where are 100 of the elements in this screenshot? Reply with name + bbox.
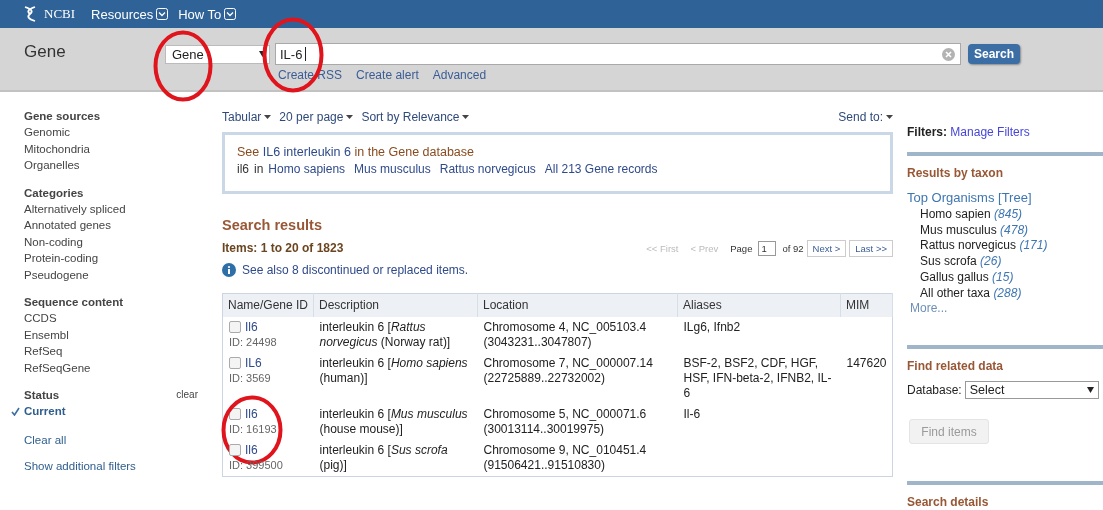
suggestion-link[interactable]: IL6 interleukin 6 <box>262 145 351 159</box>
filter-group-title: Sequence content <box>24 295 124 310</box>
suggestion-text: in the Gene database <box>354 145 475 159</box>
search-button[interactable]: Search <box>967 44 1020 64</box>
filter-item[interactable]: Genomic <box>24 124 198 141</box>
see-also-link[interactable]: See also 8 discontinued or replaced items. <box>242 263 469 277</box>
page-total: of 92 <box>782 242 804 254</box>
search-link[interactable]: Advanced <box>432 68 487 82</box>
display-menu[interactable]: Tabular <box>222 109 272 125</box>
database-select[interactable]: Gene <box>165 44 270 64</box>
filter-item[interactable]: RefSeqGene <box>24 359 198 376</box>
clear-link[interactable]: clear <box>176 387 198 403</box>
column-header[interactable]: Name/Gene ID <box>222 293 314 317</box>
check-icon <box>11 407 20 416</box>
column-header[interactable]: MIM <box>840 293 893 317</box>
mim-number: 147620 <box>846 355 887 370</box>
filter-link[interactable]: Clear all <box>24 433 198 446</box>
caret-icon <box>264 115 272 119</box>
dropdown-icon <box>156 8 169 20</box>
gene-description: interleukin 6 [Mus musculus (house mouse)] <box>319 406 468 436</box>
gene-description: interleukin 6 [Sus scrofa (pig)] <box>319 442 448 472</box>
filter-item[interactable]: Mitochondria <box>24 140 198 157</box>
taxon-link[interactable]: Homo sapien (845) <box>920 207 1103 223</box>
filter-item[interactable]: Alternatively spliced <box>24 200 198 217</box>
taxon-link[interactable]: All other taxa (288) <box>920 285 1103 302</box>
gene-link[interactable]: Il6 <box>245 319 258 335</box>
search-link[interactable]: Create alert <box>356 68 419 82</box>
gene-link[interactable]: Il6 <box>245 442 258 458</box>
organism-link[interactable]: Rattus norvegicus <box>439 162 536 176</box>
filters-label: Filters: <box>907 125 947 139</box>
caret-icon <box>346 115 354 119</box>
database-select[interactable]: Select <box>964 381 1099 400</box>
top-organisms-link[interactable]: Top Organisms <box>907 190 995 205</box>
section-title: Find related data <box>907 359 1005 374</box>
filter-item[interactable]: Current <box>24 403 198 420</box>
organism-link[interactable]: Mus musculus <box>354 162 431 176</box>
gene-id: ID: 16193 <box>229 421 278 437</box>
gene-aliases: ILg6, Ifnb2 <box>683 319 741 334</box>
taxon-link[interactable]: Gallus gallus (15) <box>920 269 1103 286</box>
organism-link[interactable]: Homo sapiens <box>268 162 346 176</box>
filter-item[interactable]: Pseudogene <box>24 266 198 283</box>
organism-link[interactable]: All 213 Gene records <box>544 162 658 176</box>
filter-group-title: Categories <box>24 185 84 201</box>
row-checkbox[interactable] <box>229 321 241 333</box>
gene-location: Chromosome 5, NC_000071.6 (30013114..30019975) <box>483 406 647 436</box>
logo-text[interactable]: NCBI <box>44 6 76 22</box>
section-title: Search details <box>907 495 990 510</box>
gene-id: ID: 3569 <box>229 370 272 386</box>
tree-link[interactable]: [Tree] <box>998 190 1032 205</box>
filter-item[interactable]: Annotated genes <box>24 217 198 234</box>
search-field[interactable]: IL-6 <box>275 43 961 65</box>
filter-link[interactable]: Show additional filters <box>24 459 198 472</box>
info-icon <box>222 263 236 277</box>
dropdown-icon <box>224 8 237 20</box>
caret-icon <box>462 115 470 119</box>
filter-item[interactable]: Non-coding <box>24 233 198 250</box>
last-page-button[interactable]: Last >> <box>849 239 893 257</box>
filter-item[interactable]: Protein-coding <box>24 250 198 267</box>
gene-aliases: BSF-2, BSF2, CDF, HGF, HSF, IFN-beta-2, IFNB2, IL-6 <box>683 355 832 400</box>
gene-description: interleukin 6 [Homo sapiens (human)] <box>319 355 468 385</box>
send-to-menu[interactable]: Send to: <box>838 109 893 125</box>
column-header[interactable]: Aliases <box>677 293 841 317</box>
column-header[interactable]: Description <box>313 293 478 317</box>
taxon-link[interactable]: Sus scrofa (26) <box>920 254 1103 270</box>
column-header[interactable]: Location <box>477 293 678 317</box>
gene-link[interactable]: IL6 <box>245 355 262 371</box>
gene-location: Chromosome 4, NC_005103.4 (3043231..3047807) <box>483 319 647 349</box>
row-checkbox[interactable] <box>229 357 241 369</box>
suggestion-text: See <box>237 145 260 159</box>
filter-item[interactable]: RefSeq <box>24 343 198 360</box>
clear-icon[interactable] <box>941 47 955 61</box>
page-label: Page <box>730 242 753 254</box>
page-field[interactable]: 1 <box>758 240 777 256</box>
database-title: Gene <box>24 42 67 63</box>
filter-group-title: Gene sources <box>24 109 101 124</box>
gene-aliases: Il-6 <box>683 406 701 421</box>
items-count: Items: 1 to 20 of 1823 <box>222 241 344 255</box>
caret-icon <box>259 51 266 57</box>
caret-icon <box>886 115 893 119</box>
database-label: Database: <box>907 383 962 398</box>
row-checkbox[interactable] <box>229 444 241 456</box>
next-page-button[interactable]: Next > <box>806 239 847 257</box>
filter-item[interactable]: CCDS <box>24 310 198 327</box>
gene-location: Chromosome 9, NC_010451.4 (91506421..91510830) <box>483 442 647 472</box>
manage-filters-link[interactable]: Manage Filters <box>950 125 1030 139</box>
gene-link[interactable]: Il6 <box>245 406 258 422</box>
display-menu[interactable]: Sort by Relevance <box>361 109 470 125</box>
term-text: in <box>254 162 264 176</box>
gene-location: Chromosome 7, NC_000007.14 (22725889..22732002) <box>483 355 653 385</box>
section-title: Results by taxon <box>907 166 1005 180</box>
taxon-link[interactable]: Mus musculus (478) <box>920 222 1103 239</box>
header-menu[interactable]: How To <box>178 6 237 22</box>
filter-group-title: Status <box>24 388 60 403</box>
gene-id: ID: 24498 <box>229 334 278 350</box>
helix-icon[interactable] <box>23 5 37 23</box>
filter-item[interactable]: Ensembl <box>24 326 198 343</box>
taxon-link[interactable]: Rattus norvegicus (171) <box>920 238 1103 255</box>
header-menu[interactable]: Resources <box>91 6 169 22</box>
display-menu[interactable]: 20 per page <box>279 109 354 125</box>
filter-item[interactable]: Organelles <box>24 157 198 174</box>
